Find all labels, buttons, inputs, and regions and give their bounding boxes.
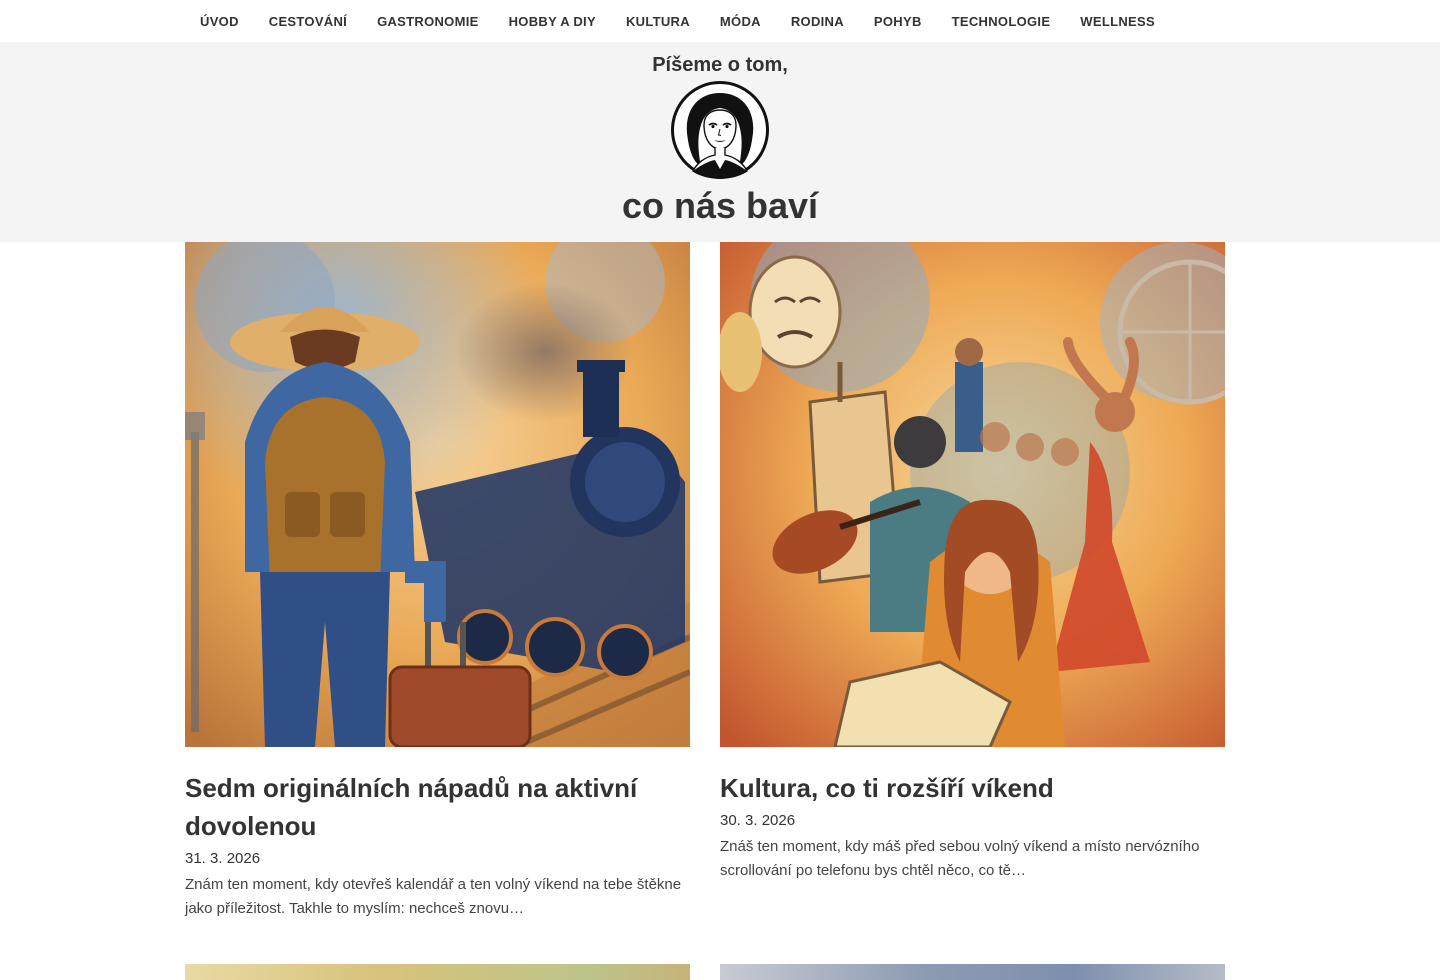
post-date: 30. 3. 2026 — [720, 812, 796, 829]
post-excerpt: Znáš ten moment, kdy máš před sebou voln… — [720, 838, 1200, 879]
post-title[interactable]: Kultura, co ti rozšíří víkend — [720, 769, 1225, 807]
nav-item-rodina[interactable]: RODINA — [791, 14, 844, 29]
main-navigation: ÚVOD CESTOVÁNÍ GASTRONOMIE HOBBY A DIY K… — [0, 0, 1440, 42]
post-title-link[interactable]: Kultura, co ti rozšíří víkend — [720, 773, 1054, 803]
post-thumbnail-next-row-right[interactable] — [720, 964, 1225, 980]
site-logo[interactable] — [671, 81, 769, 179]
nav-item-wellness[interactable]: WELLNESS — [1080, 14, 1155, 29]
nav-item-moda[interactable]: MÓDA — [720, 14, 761, 29]
nav-item-gastronomie[interactable]: GASTRONOMIE — [377, 14, 479, 29]
tagline-top: Píšeme o tom, — [652, 54, 788, 76]
tagline-bottom: co nás baví — [621, 185, 819, 226]
nav-item-kultura[interactable]: KULTURA — [626, 14, 690, 29]
post-title[interactable]: Sedm originálních nápadů na aktivní dovo… — [185, 769, 690, 845]
post-thumbnail-link[interactable] — [720, 242, 1225, 747]
posts-grid: Sedm originálních nápadů na aktivní dovo… — [0, 242, 1440, 980]
post-card: Sedm originálních nápadů na aktivní dovo… — [185, 242, 690, 921]
post-card: Kultura, co ti rozšíří víkend 30. 3. 202… — [720, 242, 1225, 883]
post-title-link[interactable]: Sedm originálních nápadů na aktivní dovo… — [185, 773, 637, 841]
nav-item-hobby-a-diy[interactable]: HOBBY A DIY — [509, 14, 596, 29]
nav-item-technologie[interactable]: TECHNOLOGIE — [952, 14, 1051, 29]
nav-item-uvod[interactable]: ÚVOD — [200, 14, 239, 29]
traveler-train-watercolor-icon — [185, 242, 690, 747]
nav-item-cestovani[interactable]: CESTOVÁNÍ — [269, 14, 347, 29]
post-date: 31. 3. 2026 — [185, 850, 261, 867]
nav-item-pohyb[interactable]: POHYB — [874, 14, 922, 29]
culture-collage-watercolor-icon — [720, 242, 1225, 747]
site-header: Píšeme o tom, co nás baví — [0, 42, 1440, 242]
woman-portrait-logo-icon — [671, 81, 769, 179]
post-thumbnail-next-row-left[interactable] — [185, 964, 690, 980]
post-excerpt: Znám ten moment, kdy otevřeš kalendář a … — [185, 876, 682, 917]
post-thumbnail-link[interactable] — [185, 242, 690, 747]
